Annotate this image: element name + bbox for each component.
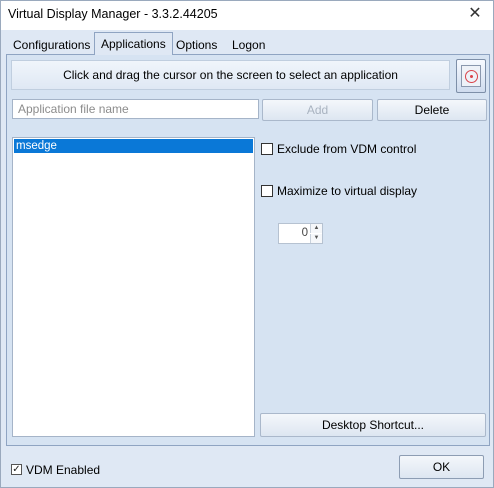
tab-options[interactable]: Options — [169, 35, 224, 54]
tab-applications[interactable]: Applications — [94, 32, 173, 55]
exclude-vdm-option[interactable]: Exclude from VDM control — [261, 142, 481, 158]
tab-logon[interactable]: Logon — [225, 35, 272, 54]
display-number-spinner[interactable]: 0 ▲ ▼ — [278, 223, 323, 244]
tab-configurations[interactable]: Configurations — [6, 35, 97, 54]
add-button[interactable]: Add — [262, 99, 373, 121]
maximize-checkbox[interactable] — [261, 185, 273, 197]
ok-button[interactable]: OK — [399, 455, 484, 479]
crosshair-target-icon — [461, 65, 481, 87]
list-item[interactable]: msedge — [14, 139, 253, 153]
applications-panel: Click and drag the cursor on the screen … — [6, 54, 490, 446]
exclude-vdm-checkbox[interactable] — [261, 143, 273, 155]
window-title: Virtual Display Manager - 3.3.2.44205 — [8, 7, 218, 21]
vdm-enabled-label: VDM Enabled — [26, 463, 101, 477]
maximize-option[interactable]: Maximize to virtual display — [261, 184, 481, 200]
target-picker-button[interactable] — [456, 59, 486, 93]
vdm-enabled-checkbox[interactable]: ✓ — [11, 464, 22, 475]
delete-button[interactable]: Delete — [377, 99, 487, 121]
exclude-vdm-label: Exclude from VDM control — [277, 142, 417, 156]
spin-up-icon[interactable]: ▲ — [310, 224, 322, 233]
desktop-shortcut-button[interactable]: Desktop Shortcut... — [260, 413, 486, 437]
application-list[interactable]: msedge — [12, 137, 255, 437]
display-number-value: 0 — [301, 227, 308, 239]
dialog-footer: ✓ VDM Enabled OK — [1, 447, 493, 487]
drag-hint-banner: Click and drag the cursor on the screen … — [11, 60, 450, 90]
title-bar: Virtual Display Manager - 3.3.2.44205 ✕ — [1, 1, 493, 30]
app-window: Virtual Display Manager - 3.3.2.44205 ✕ … — [0, 0, 494, 488]
close-button[interactable]: ✕ — [465, 4, 485, 24]
maximize-label: Maximize to virtual display — [277, 184, 418, 198]
spin-down-icon[interactable]: ▼ — [310, 234, 322, 243]
application-file-input[interactable] — [12, 99, 259, 119]
tab-strip: Configurations Applications Options Logo… — [4, 32, 490, 55]
